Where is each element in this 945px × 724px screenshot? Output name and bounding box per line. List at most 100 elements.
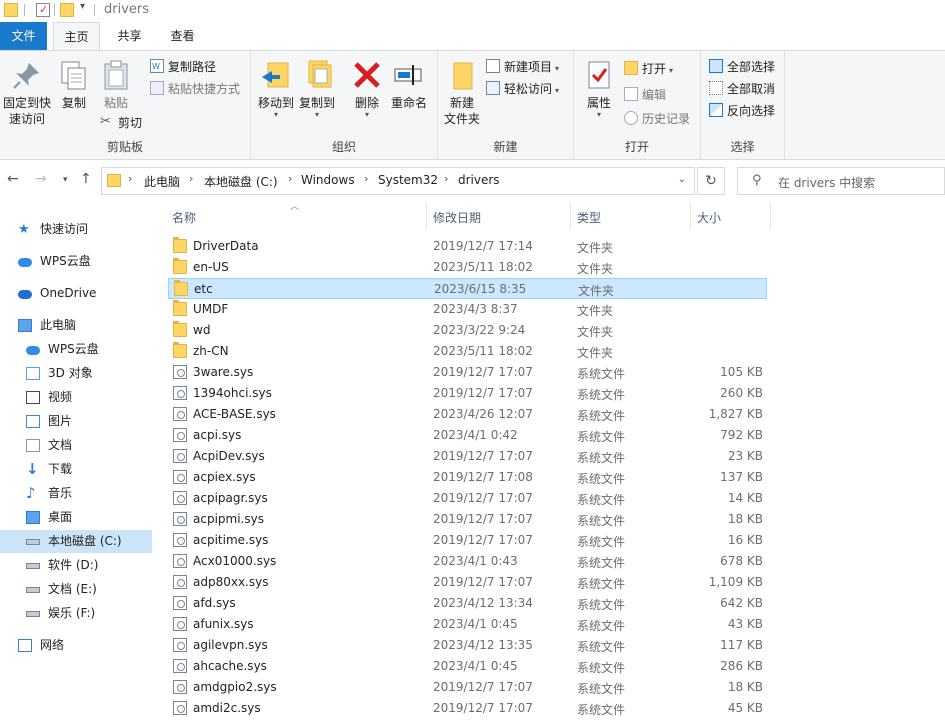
address-history-chevron-icon[interactable]: ⌄ <box>678 174 686 185</box>
copy-path-button[interactable]: W 复制路径 <box>150 57 216 77</box>
history-button[interactable]: 历史记录 <box>624 109 690 129</box>
folder-row[interactable]: wd 2023/3/22 9:24 文件夹 <box>168 320 767 341</box>
breadcrumb-separator-icon[interactable]: › <box>288 172 292 185</box>
sidebar-item[interactable]: ♪ 音乐 <box>0 482 152 505</box>
move-to-button[interactable]: 移动到 ▾ <box>256 57 296 119</box>
sidebar-item[interactable]: WPS云盘 <box>0 338 152 361</box>
customize-toolbar-chevron-icon[interactable]: ▾ <box>80 1 85 12</box>
column-date[interactable]: 修改日期 <box>433 209 481 226</box>
file-row[interactable]: 1394ohci.sys 2019/12/7 17:07 系统文件 260 KB <box>168 383 767 404</box>
new-folder-button[interactable]: 新建 文件夹 <box>442 57 482 127</box>
paste-button[interactable]: 粘贴 <box>98 57 134 111</box>
refresh-button[interactable]: ↻ <box>697 167 725 195</box>
sidebar-item[interactable]: ↓ 下载 <box>0 458 152 481</box>
pin-quick-access-button[interactable]: 固定到快 速访问 <box>2 57 52 127</box>
file-row[interactable]: Acx01000.sys 2023/4/1 0:43 系统文件 678 KB <box>168 551 767 572</box>
folder-row[interactable]: en-US 2023/5/11 18:02 文件夹 <box>168 257 767 278</box>
sidebar-item[interactable]: 3D 对象 <box>0 362 152 385</box>
new-item-button[interactable]: 新建项目 ▾ <box>486 57 559 77</box>
file-row[interactable]: acpiex.sys 2019/12/7 17:08 系统文件 137 KB <box>168 467 767 488</box>
breadcrumb-system32[interactable]: System32 <box>378 173 438 187</box>
column-divider[interactable] <box>770 203 771 229</box>
file-row[interactable]: adp80xx.sys 2019/12/7 17:07 系统文件 1,109 KB <box>168 572 767 593</box>
breadcrumb-drivers[interactable]: drivers <box>458 173 500 187</box>
rename-button[interactable]: 重命名 <box>389 57 429 111</box>
column-divider[interactable] <box>426 203 427 229</box>
forward-arrow-icon[interactable]: → <box>35 171 47 187</box>
sidebar-item[interactable]: 网络 <box>0 634 152 657</box>
tab-view[interactable]: 查看 <box>159 22 206 50</box>
address-bar[interactable]: › 此电脑 › 本地磁盘 (C:) › Windows › System32 ›… <box>101 167 695 195</box>
select-none-button[interactable]: 全部取消 <box>709 79 775 99</box>
file-row[interactable]: 3ware.sys 2019/12/7 17:07 系统文件 105 KB <box>168 362 767 383</box>
delete-button[interactable]: 删除 ▾ <box>351 57 383 119</box>
breadcrumb-this-pc[interactable]: 此电脑 <box>144 173 180 190</box>
edit-button[interactable]: 编辑 <box>624 85 666 105</box>
network-icon <box>18 639 32 652</box>
folder-row[interactable]: UMDF 2023/4/3 8:37 文件夹 <box>168 299 767 320</box>
column-type[interactable]: 类型 <box>577 209 601 226</box>
copy-button[interactable]: 复制 <box>58 57 90 111</box>
back-arrow-icon[interactable]: ← <box>7 171 19 187</box>
sidebar-item[interactable]: OneDrive <box>0 282 152 305</box>
sidebar-item[interactable]: 本地磁盘 (C:) <box>0 530 152 553</box>
column-divider[interactable] <box>690 203 691 229</box>
file-size: 1,827 KB <box>708 407 763 421</box>
copy-to-button[interactable]: 复制到 ▾ <box>297 57 337 119</box>
breadcrumb-separator-icon[interactable]: › <box>444 172 448 185</box>
file-row[interactable]: acpi.sys 2023/4/1 0:42 系统文件 792 KB <box>168 425 767 446</box>
paste-shortcut-button[interactable]: 粘贴快捷方式 <box>150 79 240 99</box>
sidebar-item[interactable]: 文档 (E:) <box>0 578 152 601</box>
sidebar-item[interactable]: 此电脑 <box>0 314 152 337</box>
sidebar-item[interactable]: 桌面 <box>0 506 152 529</box>
recent-locations-chevron-icon[interactable]: ▾ <box>63 175 68 185</box>
file-name: amdgpio2.sys <box>193 680 277 694</box>
breadcrumb-separator-icon[interactable]: › <box>364 172 368 185</box>
breadcrumb-local-disk[interactable]: 本地磁盘 (C:) <box>204 173 278 190</box>
folder-row[interactable]: zh-CN 2023/5/11 18:02 文件夹 <box>168 341 767 362</box>
easy-access-button[interactable]: 轻松访问 ▾ <box>486 79 559 99</box>
pane-divider[interactable] <box>153 199 154 724</box>
properties-check-icon[interactable]: ✓ <box>36 3 50 17</box>
tab-share[interactable]: 共享 <box>106 22 153 50</box>
sidebar-item[interactable]: 娱乐 (F:) <box>0 602 152 625</box>
column-name[interactable]: 名称 <box>172 209 196 226</box>
dropdown-chevron-icon: ▾ <box>669 66 674 75</box>
breadcrumb-separator-icon[interactable]: › <box>189 172 193 185</box>
file-row[interactable]: acpitime.sys 2019/12/7 17:07 系统文件 16 KB <box>168 530 767 551</box>
new-folder-icon[interactable] <box>60 3 74 17</box>
open-button[interactable]: 打开 ▾ <box>624 59 673 79</box>
up-arrow-icon[interactable]: ↑ <box>80 171 92 187</box>
file-row[interactable]: afunix.sys 2023/4/1 0:45 系统文件 43 KB <box>168 614 767 635</box>
tab-file[interactable]: 文件 <box>0 22 47 50</box>
file-row[interactable]: amdi2c.sys 2019/12/7 17:07 系统文件 45 KB <box>168 698 767 719</box>
column-divider[interactable] <box>570 203 571 229</box>
sidebar-item[interactable]: ★ 快速访问 <box>0 218 152 241</box>
file-row[interactable]: acpipagr.sys 2019/12/7 17:07 系统文件 14 KB <box>168 488 767 509</box>
properties-button[interactable]: 属性 ▾ <box>582 57 616 119</box>
invert-selection-button[interactable]: 反向选择 <box>709 101 775 121</box>
new-item-icon <box>486 59 500 73</box>
folder-row[interactable]: etc 2023/6/15 8:35 文件夹 <box>168 278 767 299</box>
folder-row[interactable]: DriverData 2019/12/7 17:14 文件夹 <box>168 236 767 257</box>
sidebar-item[interactable]: 文档 <box>0 434 152 457</box>
file-row[interactable]: ACE-BASE.sys 2023/4/26 12:07 系统文件 1,827 KB <box>168 404 767 425</box>
sidebar-item[interactable]: 视频 <box>0 386 152 409</box>
file-row[interactable]: acpipmi.sys 2019/12/7 17:07 系统文件 18 KB <box>168 509 767 530</box>
select-all-button[interactable]: 全部选择 <box>709 57 775 77</box>
breadcrumb-separator-icon[interactable]: › <box>128 172 132 185</box>
breadcrumb-windows[interactable]: Windows <box>301 173 355 187</box>
cut-button[interactable]: ✂ 剪切 <box>100 113 142 133</box>
search-input[interactable]: ⚲ 在 drivers 中搜索 <box>737 167 945 195</box>
file-row[interactable]: afd.sys 2023/4/12 13:34 系统文件 642 KB <box>168 593 767 614</box>
column-size[interactable]: 大小 <box>697 209 721 226</box>
file-row[interactable]: AcpiDev.sys 2019/12/7 17:07 系统文件 23 KB <box>168 446 767 467</box>
sidebar-item[interactable]: WPS云盘 <box>0 250 152 273</box>
sidebar-item[interactable]: 软件 (D:) <box>0 554 152 577</box>
sidebar-item[interactable]: 图片 <box>0 410 152 433</box>
file-row[interactable]: amdgpio2.sys 2019/12/7 17:07 系统文件 18 KB <box>168 677 767 698</box>
tab-home[interactable]: 主页 <box>53 22 100 51</box>
file-row[interactable]: ahcache.sys 2023/4/1 0:45 系统文件 286 KB <box>168 656 767 677</box>
file-row[interactable]: agilevpn.sys 2023/4/12 13:35 系统文件 117 KB <box>168 635 767 656</box>
file-name: ACE-BASE.sys <box>193 407 276 421</box>
